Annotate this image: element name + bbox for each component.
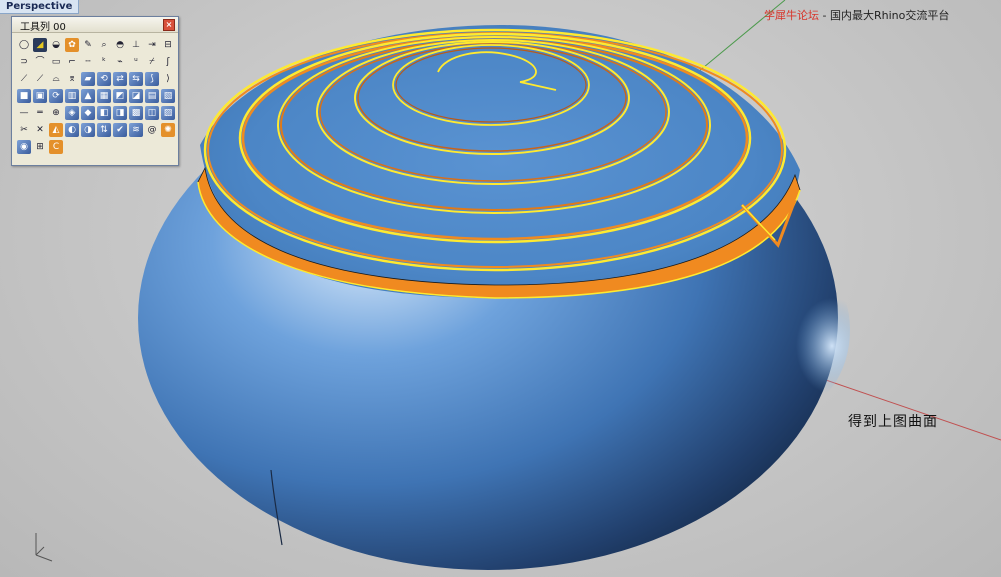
sweep-tool-icon[interactable]: ◈ xyxy=(65,106,79,120)
watermark-brand: 学犀牛论坛 xyxy=(764,9,819,22)
arc-tool-icon[interactable]: ⌒ xyxy=(33,55,47,69)
toolbar-title: 工具列 00 xyxy=(20,22,66,33)
tool-grid: ◯ ◢ ◒ ✿ ✎ ⌕ ◓ ⊥ ⇥ ⊟ ⊃ ⌒ ▭ ⌐ ╌ ᵏ ⌁ ᵘ ⌿ ʃ ⟋ ⟋ ⌓ ⌆ ▰ ⟲ ⇄ ⇆ ⟆ ⟩ ■ ▣ ⟳ ▥ ▲ ▦ ◩ ◪ ▤ ▧… xyxy=(16,37,176,155)
label-tool-icon[interactable]: ᵏ xyxy=(97,55,111,69)
watermark-tagline: 国内最大Rhino交流平台 xyxy=(829,9,950,22)
angle-tool-icon[interactable]: ⟋ xyxy=(33,72,47,86)
shade-tool-icon[interactable]: ◢ xyxy=(33,38,47,52)
slash-tool-icon[interactable]: ⟋ xyxy=(17,72,31,86)
flow-tool-icon[interactable]: ◐ xyxy=(65,123,79,137)
rail-tool-icon[interactable]: ◧ xyxy=(97,106,111,120)
crop-tool-icon[interactable]: ⌐ xyxy=(65,55,79,69)
rotate-tool-icon[interactable]: ⟳ xyxy=(49,89,63,103)
world-axis-icon xyxy=(35,533,53,562)
fold-tool-icon[interactable]: ⌆ xyxy=(65,72,79,86)
forum-watermark: 学犀牛论坛 - 国内最大Rhino交流平台 xyxy=(764,7,949,23)
net-tool-icon[interactable]: ▩ xyxy=(129,106,143,120)
match-tool-icon[interactable]: ◑ xyxy=(81,123,95,137)
loft-tool-icon[interactable]: ◆ xyxy=(81,106,95,120)
cyl-tool-icon[interactable]: ▥ xyxy=(65,89,79,103)
cube-tool-icon[interactable]: ▣ xyxy=(33,89,47,103)
pencil-tool-icon[interactable]: ✎ xyxy=(81,38,95,52)
axis-tool-icon[interactable]: ⊥ xyxy=(129,38,143,52)
join-tool-icon[interactable]: ✕ xyxy=(33,123,47,137)
snap-tool-icon[interactable]: C xyxy=(49,140,63,154)
fillet-tool-icon[interactable]: ◪ xyxy=(129,89,143,103)
box-tool-icon[interactable]: ■ xyxy=(17,89,31,103)
perspective-viewport[interactable]: Perspective 工具列 00 × ◯ ◢ ◒ ✿ ✎ ⌕ ◓ ⊥ ⇥ ⊟ ⊃ ⌒ ▭ ⌐ ╌ ᵏ ⌁ ᵘ ⌿… xyxy=(0,0,1001,577)
target-tool-icon[interactable]: ⊕ xyxy=(49,106,63,120)
offset-tool-icon[interactable]: ═ xyxy=(33,106,47,120)
text-tool-icon[interactable]: ᵘ xyxy=(129,55,143,69)
paint-tool-icon[interactable]: ✺ xyxy=(161,123,175,137)
twist-tool-icon[interactable]: ⟲ xyxy=(97,72,111,86)
rim-highlight xyxy=(730,250,850,410)
mirror-tool-icon[interactable]: ◭ xyxy=(49,123,63,137)
render-tool-icon[interactable]: ◉ xyxy=(17,140,31,154)
view-tool-icon[interactable]: ⊞ xyxy=(33,140,47,154)
swap-tool-icon[interactable]: ⇄ xyxy=(113,72,127,86)
blend-tool-icon[interactable]: ◩ xyxy=(113,89,127,103)
surf-tool-icon[interactable]: ▰ xyxy=(81,72,95,86)
cone-tool-icon[interactable]: ▲ xyxy=(81,89,95,103)
hook-tool-icon[interactable]: ʃ xyxy=(161,55,175,69)
sect-tool-icon[interactable]: ◨ xyxy=(113,106,127,120)
split-tool-icon[interactable]: ⟆ xyxy=(145,72,159,86)
loop-tool-icon[interactable]: ⊃ xyxy=(17,55,31,69)
viewport-title[interactable]: Perspective xyxy=(0,0,80,14)
circle-tool-icon[interactable]: ◯ xyxy=(17,38,31,52)
edge-tool-icon[interactable]: ▨ xyxy=(161,106,175,120)
spiral-tool-icon[interactable]: @ xyxy=(145,123,159,137)
zebra-tool-icon[interactable]: ≋ xyxy=(129,123,143,137)
patch-tool-icon[interactable]: ◫ xyxy=(145,106,159,120)
move-tool-icon[interactable]: ⇥ xyxy=(145,38,159,52)
bridge-tool-icon[interactable]: ⌓ xyxy=(49,72,63,86)
frame-tool-icon[interactable]: ▭ xyxy=(49,55,63,69)
tag-tool-icon[interactable]: ⌁ xyxy=(113,55,127,69)
dim-tool-icon[interactable]: ⊟ xyxy=(161,38,175,52)
toolbar-header[interactable]: 工具列 00 × xyxy=(12,17,178,33)
shell-tool-icon[interactable]: ▤ xyxy=(145,89,159,103)
extrude-tool-icon[interactable]: ⇆ xyxy=(129,72,143,86)
end-tool-icon[interactable]: ⟩ xyxy=(161,72,175,86)
watermark-separator: - xyxy=(819,9,830,22)
line-tool-icon[interactable]: — xyxy=(17,106,31,120)
cap-tool-icon[interactable]: ▧ xyxy=(161,89,175,103)
toolbar-close-button[interactable]: × xyxy=(163,19,175,31)
shield-tool-icon[interactable]: ◒ xyxy=(49,38,63,52)
flip-tool-icon[interactable]: ⇅ xyxy=(97,123,111,137)
result-annotation: 得到上图曲面 xyxy=(848,414,938,430)
plane-tool-icon[interactable]: ▦ xyxy=(97,89,111,103)
dash-tool-icon[interactable]: ╌ xyxy=(81,55,95,69)
dish-tool-icon[interactable]: ◓ xyxy=(113,38,127,52)
gear-tool-icon[interactable]: ✿ xyxy=(65,38,79,52)
magnify-tool-icon[interactable]: ⌕ xyxy=(97,38,111,52)
cut-tool-icon[interactable]: ⌿ xyxy=(145,55,159,69)
toolbar-panel[interactable]: 工具列 00 × ◯ ◢ ◒ ✿ ✎ ⌕ ◓ ⊥ ⇥ ⊟ ⊃ ⌒ ▭ ⌐ ╌ ᵏ ⌁ ᵘ ⌿ ʃ ⟋ ⟋ ⌓ ⌆ ▰ ⟲ ⇄ ⇆ ⟆ ⟩ ■… xyxy=(11,16,179,166)
check-tool-icon[interactable]: ✔ xyxy=(113,123,127,137)
trim-tool-icon[interactable]: ✂ xyxy=(17,123,31,137)
